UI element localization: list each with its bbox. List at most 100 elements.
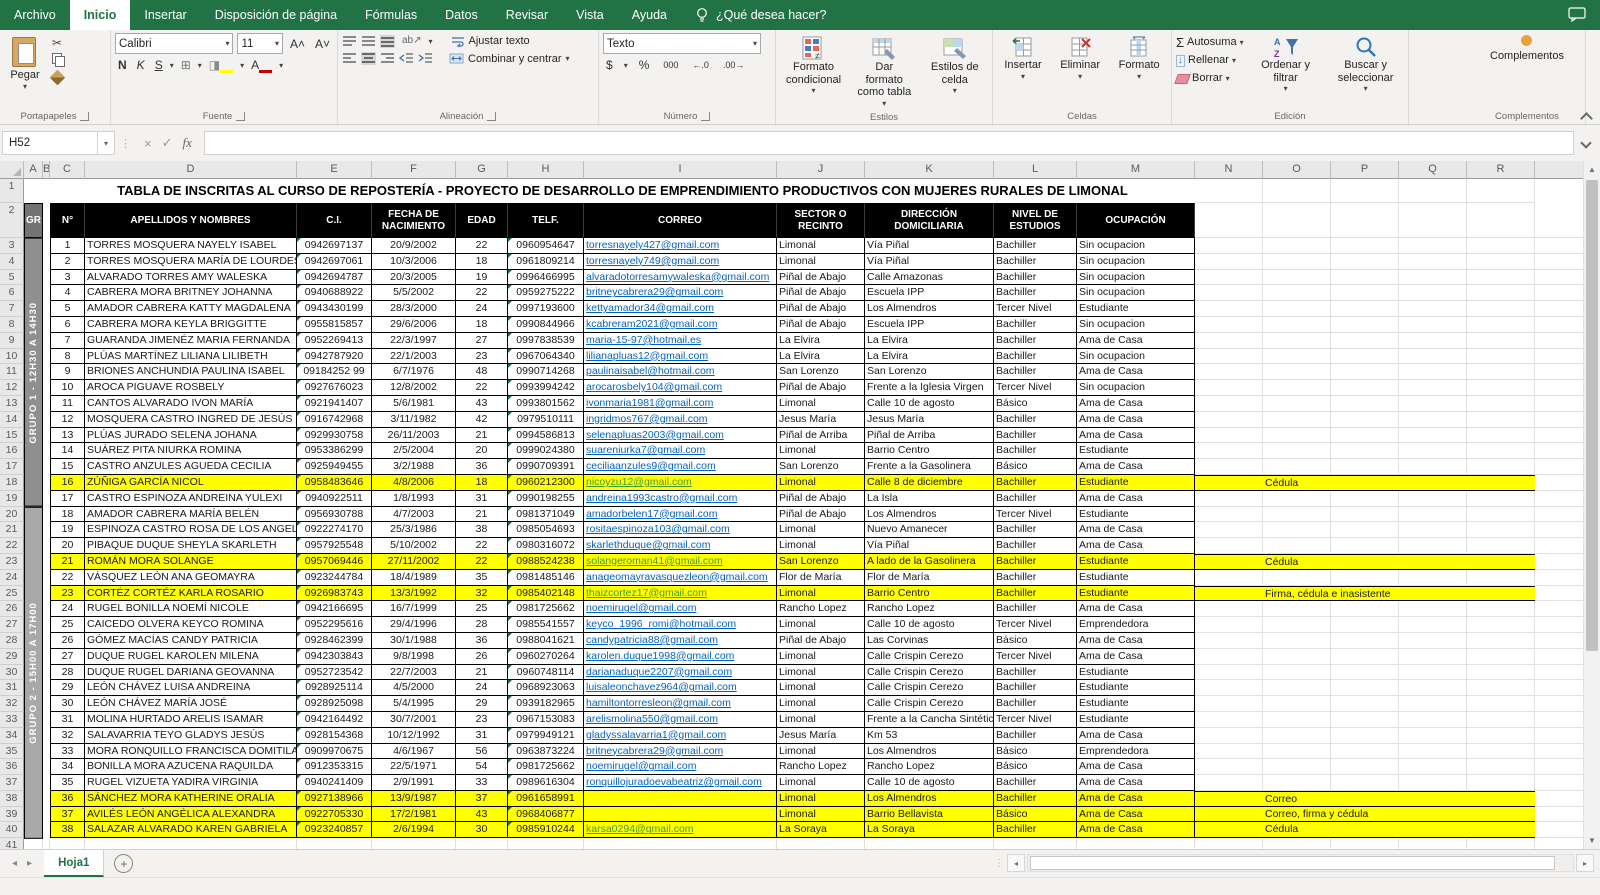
cell[interactable]	[43, 254, 50, 270]
cut-button[interactable]: ✂	[50, 36, 66, 50]
cell-telefono[interactable]: 0997838539	[508, 333, 584, 349]
cell[interactable]	[1263, 696, 1331, 712]
cell-nombre[interactable]: SUÁREZ PITA NIURKA ROMINA	[85, 443, 297, 459]
cell[interactable]	[1399, 554, 1467, 570]
row-header[interactable]: 1	[0, 179, 24, 203]
cell-correo[interactable]: kcabreram2021@gmail.com	[584, 317, 777, 333]
cell[interactable]	[1195, 491, 1263, 507]
cell[interactable]	[43, 507, 50, 523]
cell[interactable]	[43, 744, 50, 760]
column-header-A[interactable]: A	[24, 161, 43, 179]
cell[interactable]	[1263, 270, 1331, 286]
cell-fecha[interactable]: 29/4/1996	[372, 617, 456, 633]
cell-sector[interactable]: Limonal	[777, 807, 865, 823]
cell-numero[interactable]: 22	[50, 570, 85, 586]
cell-nombre[interactable]: AVILÉS LEÓN ANGÉLICA ALEXANDRA	[85, 807, 297, 823]
align-left-icon[interactable]	[342, 52, 357, 65]
cell-nivel[interactable]: Bachiller	[994, 412, 1077, 428]
cell-sector[interactable]: Rancho Lopez	[777, 759, 865, 775]
cell[interactable]	[1399, 617, 1467, 633]
cell-fecha[interactable]: 5/6/1981	[372, 396, 456, 412]
cell[interactable]	[1077, 838, 1195, 849]
cell[interactable]	[1195, 728, 1263, 744]
cell[interactable]	[865, 838, 994, 849]
cell-sector[interactable]: Piñal de Abajo	[777, 285, 865, 301]
cell-ci[interactable]: 0926983743	[297, 586, 372, 602]
cell-ci[interactable]: 0942697061	[297, 254, 372, 270]
row-header[interactable]: 35	[0, 744, 24, 760]
cell-nivel[interactable]: Bachiller	[994, 522, 1077, 538]
cell-numero[interactable]: 19	[50, 522, 85, 538]
cell-nivel[interactable]: Básico	[994, 759, 1077, 775]
cell[interactable]	[1535, 712, 1584, 728]
cell-edad[interactable]: 42	[456, 412, 508, 428]
cell[interactable]	[1399, 491, 1467, 507]
cell-direccion[interactable]: Calle Crispin Cerezo	[865, 665, 994, 681]
currency-button[interactable]: $	[603, 57, 616, 73]
cell-correo[interactable]	[584, 791, 777, 807]
cell-direccion[interactable]: Flor de María	[865, 570, 994, 586]
cell[interactable]	[1535, 838, 1584, 849]
row-header[interactable]: 22	[0, 538, 24, 554]
cell-numero[interactable]: 15	[50, 459, 85, 475]
cell[interactable]	[1535, 617, 1584, 633]
decrease-font-button[interactable]: A˅	[312, 36, 333, 52]
vertical-scrollbar[interactable]: ▲ ▼	[1583, 161, 1600, 849]
cell[interactable]	[1195, 238, 1263, 254]
cell[interactable]	[1535, 396, 1584, 412]
confirm-entry-button[interactable]: ✓	[162, 135, 173, 151]
cell[interactable]	[1399, 665, 1467, 681]
cell-ocupacion[interactable]: Estudiante	[1077, 443, 1195, 459]
cell[interactable]	[1263, 838, 1331, 849]
cell[interactable]	[24, 838, 43, 849]
cell[interactable]	[1331, 364, 1399, 380]
cell[interactable]	[1331, 554, 1399, 570]
email-link[interactable]: kettyamador34@gmail.com	[586, 302, 714, 314]
cell-telefono[interactable]: 0967153083	[508, 712, 584, 728]
cell-fecha[interactable]: 29/6/2006	[372, 317, 456, 333]
cell-nombre[interactable]: CAICEDO OLVERA KEYCO ROMINA	[85, 617, 297, 633]
cell[interactable]	[1399, 349, 1467, 365]
cell-sector[interactable]: Limonal	[777, 791, 865, 807]
cell-ocupacion[interactable]: Ama de Casa	[1077, 491, 1195, 507]
cell[interactable]	[1467, 601, 1535, 617]
cell[interactable]	[1399, 791, 1467, 807]
cell-direccion[interactable]: Las Corvinas	[865, 633, 994, 649]
cell-correo[interactable]: britneycabrera29@gmail.com	[584, 744, 777, 760]
cell-nombre[interactable]: ROMÁN MORA SOLANGE	[85, 554, 297, 570]
cell-ocupacion[interactable]: Emprendedora	[1077, 617, 1195, 633]
cell-nombre[interactable]: PLÚAS JURADO SELENA JOHANA	[85, 428, 297, 444]
cell-edad[interactable]: 35	[456, 570, 508, 586]
cell[interactable]	[1467, 507, 1535, 523]
row-header[interactable]: 30	[0, 665, 24, 681]
cell-numero[interactable]: 10	[50, 380, 85, 396]
cell[interactable]	[1399, 601, 1467, 617]
menu-tab-revisar[interactable]: Revisar	[492, 0, 562, 30]
cell-fecha[interactable]: 3/11/1982	[372, 412, 456, 428]
wrap-text-button[interactable]: Ajustar texto	[451, 35, 530, 47]
column-header-H[interactable]: H	[508, 161, 584, 179]
email-link[interactable]: candypatricia88@gmail.com	[586, 634, 718, 646]
cell[interactable]	[1195, 301, 1263, 317]
column-header-I[interactable]: I	[584, 161, 777, 179]
row-header[interactable]: 10	[0, 349, 24, 365]
cell[interactable]	[1331, 680, 1399, 696]
cell[interactable]	[1331, 522, 1399, 538]
cell-fecha[interactable]: 3/2/1988	[372, 459, 456, 475]
cell-direccion[interactable]: Los Almendros	[865, 301, 994, 317]
find-select-button[interactable]: Buscar y seleccionar ▾	[1328, 33, 1404, 95]
cell[interactable]	[43, 807, 50, 823]
delete-cells-button[interactable]: Eliminar ▾	[1054, 33, 1106, 83]
cell-ocupacion[interactable]: Estudiante	[1077, 301, 1195, 317]
cell[interactable]	[1331, 412, 1399, 428]
cell[interactable]	[1331, 238, 1399, 254]
cell[interactable]	[1195, 680, 1263, 696]
cell-numero[interactable]: 35	[50, 775, 85, 791]
cell[interactable]	[1263, 665, 1331, 681]
format-as-table-button[interactable]: Dar formato como tabla ▾	[851, 33, 917, 110]
cell[interactable]	[1263, 728, 1331, 744]
cell[interactable]	[1535, 301, 1584, 317]
cell[interactable]	[1195, 428, 1263, 444]
cell[interactable]	[1535, 633, 1584, 649]
cell-direccion[interactable]: Nuevo Amanecer	[865, 522, 994, 538]
